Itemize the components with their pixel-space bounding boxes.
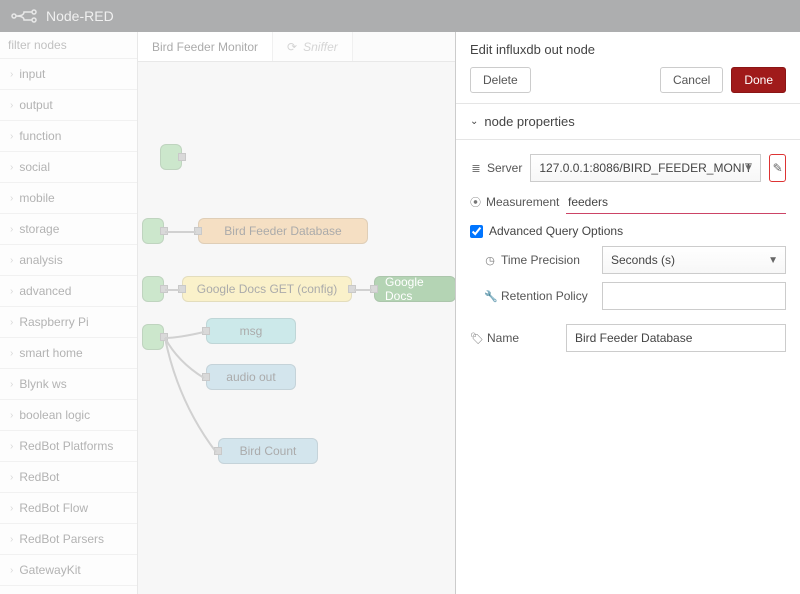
chevron-right-icon: › — [10, 441, 13, 452]
palette-category[interactable]: ›boolean logic — [0, 400, 137, 431]
chevron-right-icon: › — [10, 534, 13, 545]
palette-category[interactable]: ›storage — [0, 214, 137, 245]
app-header: Node-RED — [0, 0, 800, 32]
palette-category[interactable]: ›RedBot Flow — [0, 493, 137, 524]
palette-category[interactable]: ›mobile — [0, 183, 137, 214]
chevron-right-icon: › — [10, 131, 13, 142]
app-title: Node-RED — [46, 8, 114, 24]
server-select[interactable]: 127.0.0.1:8086/BIRD_FEEDER_MONIT — [530, 154, 761, 182]
wrench-icon: 🔧 — [484, 290, 496, 303]
chevron-right-icon: › — [10, 255, 13, 266]
tag-icon: 🏷 — [470, 332, 482, 345]
cancel-button[interactable]: Cancel — [660, 67, 723, 93]
edit-server-button[interactable]: ✎ — [769, 154, 786, 182]
advanced-checkbox[interactable] — [470, 225, 483, 238]
palette-category[interactable]: ›GatewayKit — [0, 555, 137, 586]
chevron-right-icon: › — [10, 69, 13, 80]
delete-button[interactable]: Delete — [470, 67, 531, 93]
name-input[interactable] — [566, 324, 786, 352]
palette-category[interactable]: ›social — [0, 152, 137, 183]
palette-category[interactable]: ›RedBot Parsers — [0, 524, 137, 555]
time-precision-select[interactable]: Seconds (s) — [602, 246, 786, 274]
tab-sniffer[interactable]: ⟳Sniffer — [273, 32, 353, 61]
clock-icon: ◷ — [484, 254, 496, 267]
chevron-right-icon: › — [10, 100, 13, 111]
palette-category[interactable]: ›advanced — [0, 276, 137, 307]
palette-category[interactable]: ›function — [0, 121, 137, 152]
edit-panel: Edit influxdb out node Delete Cancel Don… — [455, 32, 800, 594]
server-icon: ≣ — [470, 162, 482, 175]
chevron-right-icon: › — [10, 317, 13, 328]
tab-bird-feeder[interactable]: Bird Feeder Monitor — [138, 32, 273, 61]
palette-category[interactable]: ›formats — [0, 586, 137, 594]
pencil-icon: ✎ — [773, 161, 783, 175]
retention-input[interactable] — [602, 282, 786, 310]
section-toggle[interactable]: ⌄node properties — [456, 104, 800, 139]
palette-category[interactable]: ›Blynk ws — [0, 369, 137, 400]
chevron-right-icon: › — [10, 286, 13, 297]
palette: ›input›output›function›social›mobile›sto… — [0, 32, 138, 594]
chevron-right-icon: › — [10, 193, 13, 204]
chevron-right-icon: › — [10, 348, 13, 359]
panel-title: Edit influxdb out node — [456, 32, 800, 67]
palette-category[interactable]: ›Raspberry Pi — [0, 307, 137, 338]
palette-category[interactable]: ›RedBot Platforms — [0, 431, 137, 462]
palette-category[interactable]: ›smart home — [0, 338, 137, 369]
logo-icon — [10, 8, 38, 24]
chevron-right-icon: › — [10, 162, 13, 173]
palette-category[interactable]: ›RedBot — [0, 462, 137, 493]
chevron-right-icon: › — [10, 410, 13, 421]
palette-category[interactable]: ›analysis — [0, 245, 137, 276]
chevron-right-icon: › — [10, 224, 13, 235]
palette-filter-input[interactable] — [4, 36, 133, 54]
done-button[interactable]: Done — [731, 67, 786, 93]
measurement-input[interactable] — [566, 190, 786, 214]
chevron-right-icon: › — [10, 565, 13, 576]
palette-category[interactable]: ›output — [0, 90, 137, 121]
chevron-right-icon: › — [10, 503, 13, 514]
chevron-right-icon: › — [10, 472, 13, 483]
palette-category[interactable]: ›input — [0, 59, 137, 90]
rss-icon: ⦿ — [470, 194, 481, 210]
chevron-down-icon: ⌄ — [470, 116, 478, 127]
chevron-right-icon: › — [10, 379, 13, 390]
